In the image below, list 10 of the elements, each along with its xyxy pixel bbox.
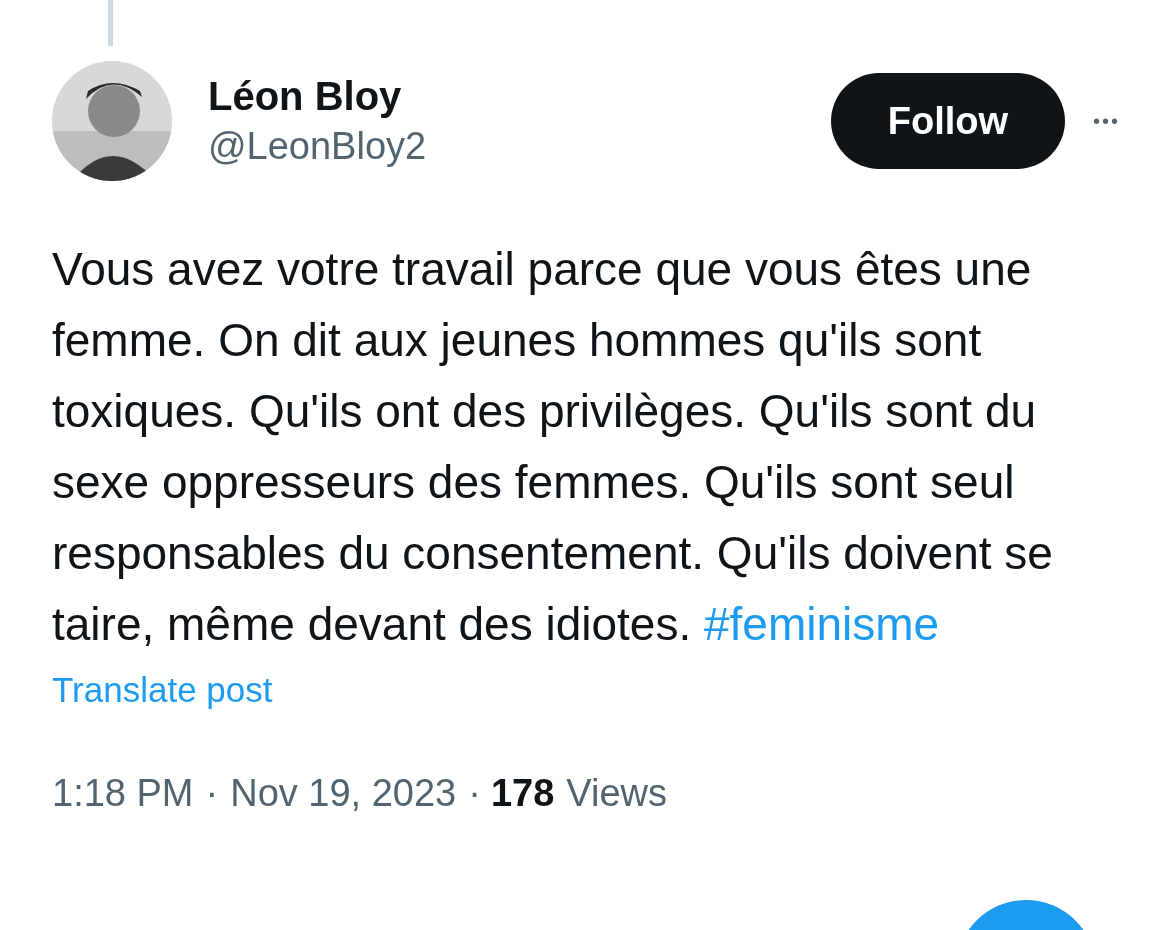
author-name[interactable]: Léon Bloy xyxy=(208,74,831,119)
views-count: 178 xyxy=(490,772,555,815)
author-handle[interactable]: @LeonBloy2 xyxy=(208,125,831,168)
separator: · xyxy=(468,772,481,815)
separator: · xyxy=(205,772,219,815)
post-text: Vous avez votre travail parce que vous êtes une femme. On dit aux jeunes hommes qu'ils sont toxiques. Qu'ils ont des privilèges. Qu'ils sont du sexe oppresseurs des femmes. Qu'ils sont seul responsables du consentement. Qu'ils doivent se taire, même devant des idiotes. #feminisme xyxy=(52,242,1054,652)
post-time[interactable]: 1:18 PM xyxy=(52,772,194,815)
post-date[interactable]: Nov 19, 2023 xyxy=(230,772,457,815)
views-label: Views xyxy=(566,772,667,815)
follow-button[interactable]: Follow xyxy=(831,73,1065,169)
